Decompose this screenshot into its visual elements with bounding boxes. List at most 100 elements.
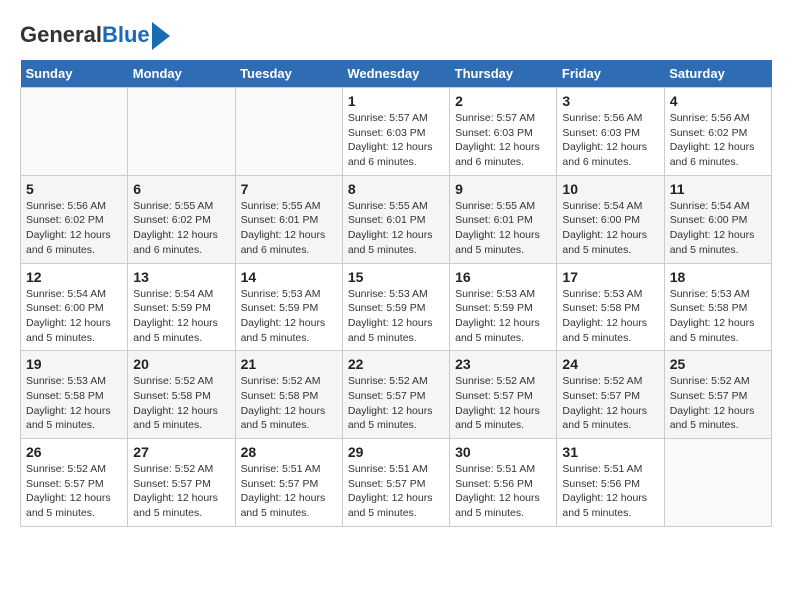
day-info: Sunrise: 5:52 AM Sunset: 5:57 PM Dayligh… — [562, 374, 658, 433]
calendar-day-cell: 4Sunrise: 5:56 AM Sunset: 6:02 PM Daylig… — [664, 88, 771, 176]
day-number: 31 — [562, 444, 658, 460]
calendar-table: SundayMondayTuesdayWednesdayThursdayFrid… — [20, 60, 772, 527]
day-info: Sunrise: 5:51 AM Sunset: 5:57 PM Dayligh… — [348, 462, 444, 521]
calendar-day-cell: 20 Sunrise: 5:52 AM Sunset: 5:58 PM Dayli… — [128, 351, 235, 439]
day-number: 6 — [133, 181, 229, 197]
day-number: 3 — [562, 93, 658, 109]
calendar-week-row: 19 Sunrise: 5:53 AM Sunset: 5:58 PM Dayli… — [21, 351, 772, 439]
logo: GeneralBlue — [20, 20, 170, 50]
day-info: Sunrise: 5:52 AM Sunset: 5:57 PM Dayligh… — [455, 374, 551, 433]
calendar-week-row: 12 Sunrise: 5:54 AM Sunset: 6:00 PM Dayli… — [21, 263, 772, 351]
day-info: Sunrise: 5:53 AM Sunset: 5:58 PM Dayligh… — [26, 374, 122, 433]
day-info: Sunrise: 5:55 AM Sunset: 6:01 PM Dayligh… — [241, 199, 337, 258]
day-of-week-header: Friday — [557, 60, 664, 88]
calendar-day-cell — [664, 439, 771, 527]
calendar-day-cell: 3 Sunrise: 5:56 AM Sunset: 6:03 PM Daylig… — [557, 88, 664, 176]
day-info: Sunrise: 5:51 AM Sunset: 5:56 PM Dayligh… — [562, 462, 658, 521]
calendar-day-cell — [128, 88, 235, 176]
day-number: 22 — [348, 356, 444, 372]
day-info: Sunrise: 5:51 AM Sunset: 5:57 PM Dayligh… — [241, 462, 337, 521]
day-number: 11 — [670, 181, 766, 197]
day-info: Sunrise: 5:54 AM Sunset: 6:00 PM Dayligh… — [562, 199, 658, 258]
day-number: 7 — [241, 181, 337, 197]
day-number: 5 — [26, 181, 122, 197]
calendar-day-cell: 18 Sunrise: 5:53 AM Sunset: 5:58 PM Dayli… — [664, 263, 771, 351]
calendar-day-cell: 14 Sunrise: 5:53 AM Sunset: 5:59 PM Dayli… — [235, 263, 342, 351]
day-number: 9 — [455, 181, 551, 197]
calendar-week-row: 1 Sunrise: 5:57 AM Sunset: 6:03 PM Daylig… — [21, 88, 772, 176]
calendar-day-cell: 15Sunrise: 5:53 AM Sunset: 5:59 PM Dayli… — [342, 263, 449, 351]
day-of-week-header: Saturday — [664, 60, 771, 88]
day-of-week-header: Thursday — [450, 60, 557, 88]
day-info: Sunrise: 5:54 AM Sunset: 6:00 PM Dayligh… — [670, 199, 766, 258]
day-info: Sunrise: 5:55 AM Sunset: 6:02 PM Dayligh… — [133, 199, 229, 258]
page-header: GeneralBlue — [20, 20, 772, 50]
calendar-header-row: SundayMondayTuesdayWednesdayThursdayFrid… — [21, 60, 772, 88]
day-info: Sunrise: 5:57 AM Sunset: 6:03 PM Dayligh… — [348, 111, 444, 170]
day-number: 2 — [455, 93, 551, 109]
day-info: Sunrise: 5:54 AM Sunset: 6:00 PM Dayligh… — [26, 287, 122, 346]
calendar-day-cell: 26Sunrise: 5:52 AM Sunset: 5:57 PM Dayli… — [21, 439, 128, 527]
day-number: 1 — [348, 93, 444, 109]
day-number: 10 — [562, 181, 658, 197]
logo-arrow-icon — [152, 22, 170, 50]
day-number: 14 — [241, 269, 337, 285]
day-number: 29 — [348, 444, 444, 460]
calendar-day-cell: 19 Sunrise: 5:53 AM Sunset: 5:58 PM Dayli… — [21, 351, 128, 439]
calendar-day-cell: 5 Sunrise: 5:56 AM Sunset: 6:02 PM Daylig… — [21, 175, 128, 263]
calendar-day-cell: 25Sunrise: 5:52 AM Sunset: 5:57 PM Dayli… — [664, 351, 771, 439]
day-number: 12 — [26, 269, 122, 285]
day-info: Sunrise: 5:53 AM Sunset: 5:59 PM Dayligh… — [241, 287, 337, 346]
day-number: 13 — [133, 269, 229, 285]
day-of-week-header: Sunday — [21, 60, 128, 88]
day-number: 19 — [26, 356, 122, 372]
calendar-day-cell: 7 Sunrise: 5:55 AM Sunset: 6:01 PM Daylig… — [235, 175, 342, 263]
day-number: 28 — [241, 444, 337, 460]
calendar-day-cell: 11 Sunrise: 5:54 AM Sunset: 6:00 PM Dayli… — [664, 175, 771, 263]
day-number: 8 — [348, 181, 444, 197]
calendar-day-cell: 22Sunrise: 5:52 AM Sunset: 5:57 PM Dayli… — [342, 351, 449, 439]
day-info: Sunrise: 5:52 AM Sunset: 5:57 PM Dayligh… — [133, 462, 229, 521]
day-of-week-header: Monday — [128, 60, 235, 88]
day-info: Sunrise: 5:52 AM Sunset: 5:58 PM Dayligh… — [133, 374, 229, 433]
calendar-day-cell: 1 Sunrise: 5:57 AM Sunset: 6:03 PM Daylig… — [342, 88, 449, 176]
day-number: 24 — [562, 356, 658, 372]
day-info: Sunrise: 5:55 AM Sunset: 6:01 PM Dayligh… — [348, 199, 444, 258]
calendar-day-cell: 23 Sunrise: 5:52 AM Sunset: 5:57 PM Dayli… — [450, 351, 557, 439]
day-number: 20 — [133, 356, 229, 372]
calendar-day-cell: 28 Sunrise: 5:51 AM Sunset: 5:57 PM Dayli… — [235, 439, 342, 527]
day-of-week-header: Wednesday — [342, 60, 449, 88]
calendar-day-cell: 29 Sunrise: 5:51 AM Sunset: 5:57 PM Dayli… — [342, 439, 449, 527]
day-number: 4 — [670, 93, 766, 109]
day-number: 17 — [562, 269, 658, 285]
calendar-week-row: 5 Sunrise: 5:56 AM Sunset: 6:02 PM Daylig… — [21, 175, 772, 263]
calendar-day-cell: 6 Sunrise: 5:55 AM Sunset: 6:02 PM Daylig… — [128, 175, 235, 263]
calendar-day-cell: 31 Sunrise: 5:51 AM Sunset: 5:56 PM Dayli… — [557, 439, 664, 527]
calendar-day-cell — [21, 88, 128, 176]
day-number: 21 — [241, 356, 337, 372]
day-number: 18 — [670, 269, 766, 285]
calendar-day-cell — [235, 88, 342, 176]
day-info: Sunrise: 5:56 AM Sunset: 6:02 PM Dayligh… — [26, 199, 122, 258]
day-info: Sunrise: 5:54 AM Sunset: 5:59 PM Dayligh… — [133, 287, 229, 346]
day-number: 30 — [455, 444, 551, 460]
day-number: 27 — [133, 444, 229, 460]
calendar-day-cell: 2Sunrise: 5:57 AM Sunset: 6:03 PM Daylig… — [450, 88, 557, 176]
logo-text: GeneralBlue — [20, 23, 150, 47]
day-info: Sunrise: 5:56 AM Sunset: 6:03 PM Dayligh… — [562, 111, 658, 170]
day-info: Sunrise: 5:53 AM Sunset: 5:58 PM Dayligh… — [670, 287, 766, 346]
day-of-week-header: Tuesday — [235, 60, 342, 88]
day-number: 25 — [670, 356, 766, 372]
calendar-day-cell: 30 Sunrise: 5:51 AM Sunset: 5:56 PM Dayli… — [450, 439, 557, 527]
day-info: Sunrise: 5:52 AM Sunset: 5:57 PM Dayligh… — [26, 462, 122, 521]
calendar-day-cell: 10 Sunrise: 5:54 AM Sunset: 6:00 PM Dayli… — [557, 175, 664, 263]
day-info: Sunrise: 5:51 AM Sunset: 5:56 PM Dayligh… — [455, 462, 551, 521]
calendar-day-cell: 12 Sunrise: 5:54 AM Sunset: 6:00 PM Dayli… — [21, 263, 128, 351]
day-number: 15 — [348, 269, 444, 285]
day-info: Sunrise: 5:52 AM Sunset: 5:58 PM Dayligh… — [241, 374, 337, 433]
calendar-day-cell: 9Sunrise: 5:55 AM Sunset: 6:01 PM Daylig… — [450, 175, 557, 263]
day-number: 16 — [455, 269, 551, 285]
calendar-day-cell: 16Sunrise: 5:53 AM Sunset: 5:59 PM Dayli… — [450, 263, 557, 351]
calendar-week-row: 26Sunrise: 5:52 AM Sunset: 5:57 PM Dayli… — [21, 439, 772, 527]
day-number: 23 — [455, 356, 551, 372]
